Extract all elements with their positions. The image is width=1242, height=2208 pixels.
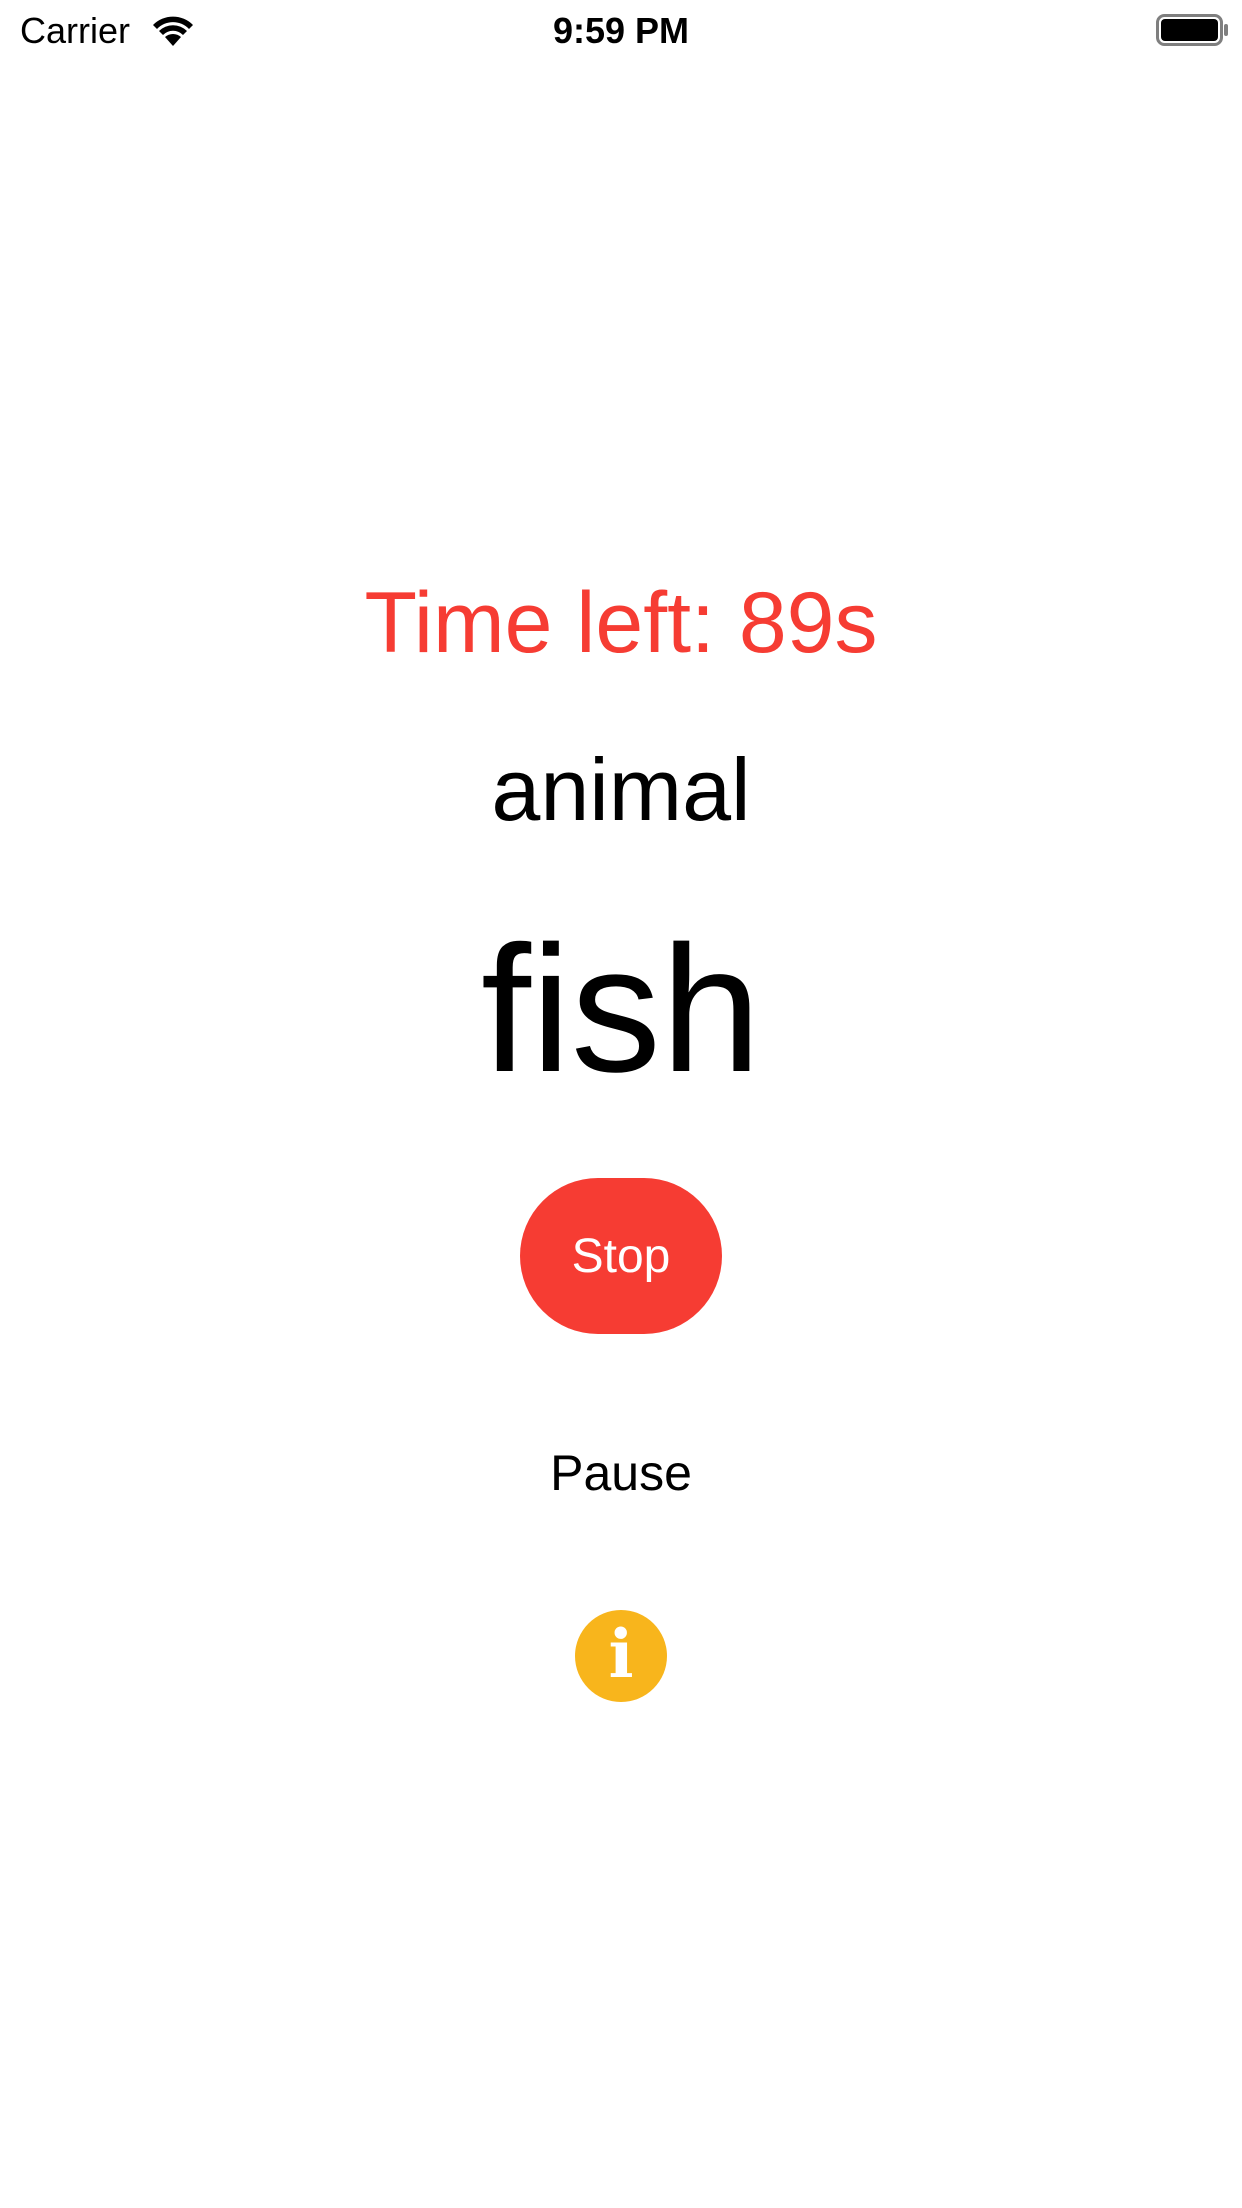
time-left-label: Time left: 89s [364,575,878,671]
stop-button[interactable]: Stop [520,1178,722,1334]
battery-icon [1156,14,1228,46]
info-icon: i [608,1615,634,1693]
stop-button-label: Stop [571,1229,671,1283]
status-bar: Carrier 9:59 PM [0,0,1242,60]
status-time: 9:59 PM [552,10,690,51]
pause-button[interactable]: Pause [0,1448,1242,1498]
word-label: fish [480,909,762,1110]
info-button[interactable]: i [575,1610,667,1702]
category-label: animal [491,740,751,839]
